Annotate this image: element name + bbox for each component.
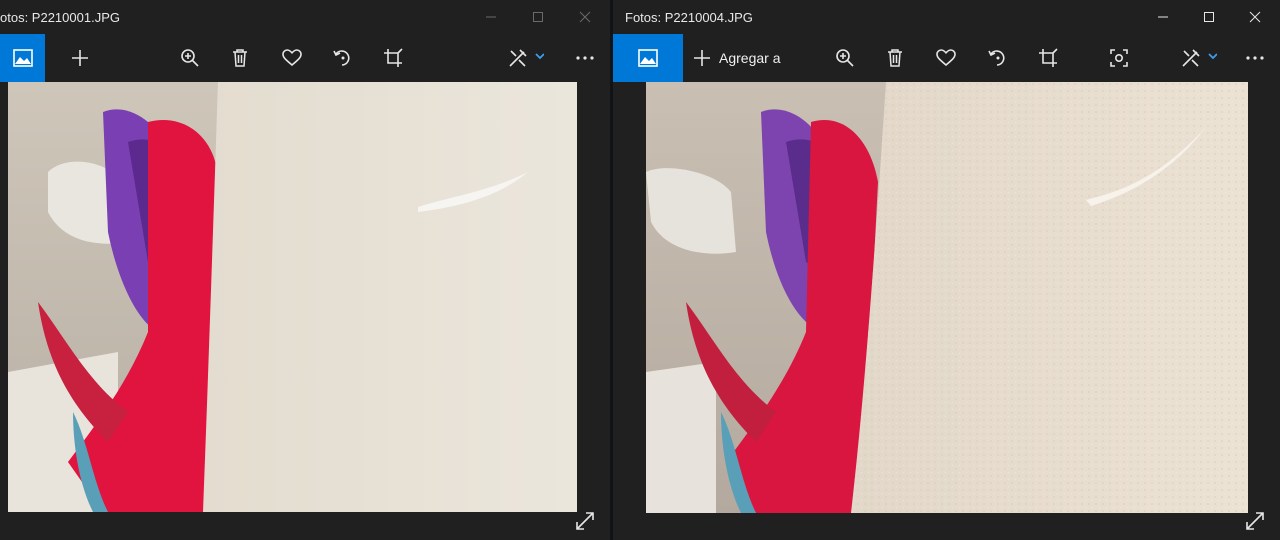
collection-button[interactable] <box>613 34 683 82</box>
edit-create-button[interactable] <box>500 34 552 82</box>
add-icon <box>694 50 710 66</box>
photo-image <box>8 82 577 512</box>
zoom-button[interactable] <box>823 34 867 82</box>
add-to-label: Agregar a <box>719 50 781 66</box>
photo-image <box>646 82 1248 513</box>
window-title: otos: P2210001.JPG <box>0 10 120 25</box>
add-button[interactable] <box>58 34 102 82</box>
image-icon <box>638 49 658 67</box>
zoom-in-icon <box>836 49 854 67</box>
maximize-icon <box>533 12 543 22</box>
more-icon <box>1246 56 1264 60</box>
more-button[interactable] <box>1235 34 1275 82</box>
rotate-button[interactable] <box>975 34 1019 82</box>
minimize-icon <box>1158 16 1168 18</box>
minimize-button[interactable] <box>1140 0 1186 34</box>
expand-icon <box>1246 512 1264 530</box>
photos-window-right: Fotos: P2210004.JPG Agregar a <box>613 0 1280 540</box>
minimize-icon <box>486 16 496 18</box>
close-icon <box>579 11 591 23</box>
title-bar[interactable]: otos: P2210001.JPG <box>0 0 610 34</box>
crop-icon <box>384 48 403 67</box>
crop-button[interactable] <box>371 34 415 82</box>
maximize-icon <box>1204 12 1214 22</box>
more-button[interactable] <box>565 34 605 82</box>
edit-create-icon <box>509 49 544 67</box>
full-screen-button[interactable] <box>1243 509 1267 533</box>
collection-button[interactable] <box>0 34 45 82</box>
photos-window-left: otos: P2210001.JPG <box>0 0 610 540</box>
rotate-icon <box>333 50 350 66</box>
edit-create-icon <box>1182 49 1217 67</box>
auto-enhance-icon <box>1110 49 1128 67</box>
more-icon <box>576 56 594 60</box>
rotate-button[interactable] <box>320 34 364 82</box>
photo-viewer[interactable] <box>646 82 1248 513</box>
window-title: Fotos: P2210004.JPG <box>625 10 753 25</box>
photo-viewer[interactable] <box>8 82 577 512</box>
image-icon <box>12 49 33 67</box>
crop-button[interactable] <box>1026 34 1070 82</box>
expand-icon <box>576 512 594 530</box>
rotate-icon <box>988 50 1005 66</box>
delete-icon <box>888 49 902 67</box>
favorite-icon <box>282 49 302 67</box>
crop-icon <box>1039 48 1058 67</box>
delete-button[interactable] <box>873 34 917 82</box>
favorite-button[interactable] <box>270 34 314 82</box>
maximize-button[interactable] <box>515 0 561 34</box>
delete-icon <box>233 49 247 67</box>
delete-button[interactable] <box>218 34 262 82</box>
zoom-button[interactable] <box>168 34 212 82</box>
toolbar <box>0 34 610 82</box>
close-icon <box>1249 11 1261 23</box>
title-bar[interactable]: Fotos: P2210004.JPG <box>613 0 1280 34</box>
add-to-button[interactable]: Agregar a <box>693 34 787 82</box>
close-button[interactable] <box>562 0 608 34</box>
auto-enhance-button[interactable] <box>1097 34 1141 82</box>
minimize-button[interactable] <box>468 0 514 34</box>
favorite-icon <box>936 49 956 67</box>
edit-create-button[interactable] <box>1173 34 1225 82</box>
add-icon <box>72 50 88 66</box>
maximize-button[interactable] <box>1186 0 1232 34</box>
full-screen-button[interactable] <box>573 509 597 533</box>
zoom-in-icon <box>181 49 199 67</box>
toolbar: Agregar a <box>613 34 1280 82</box>
close-button[interactable] <box>1232 0 1278 34</box>
favorite-button[interactable] <box>924 34 968 82</box>
